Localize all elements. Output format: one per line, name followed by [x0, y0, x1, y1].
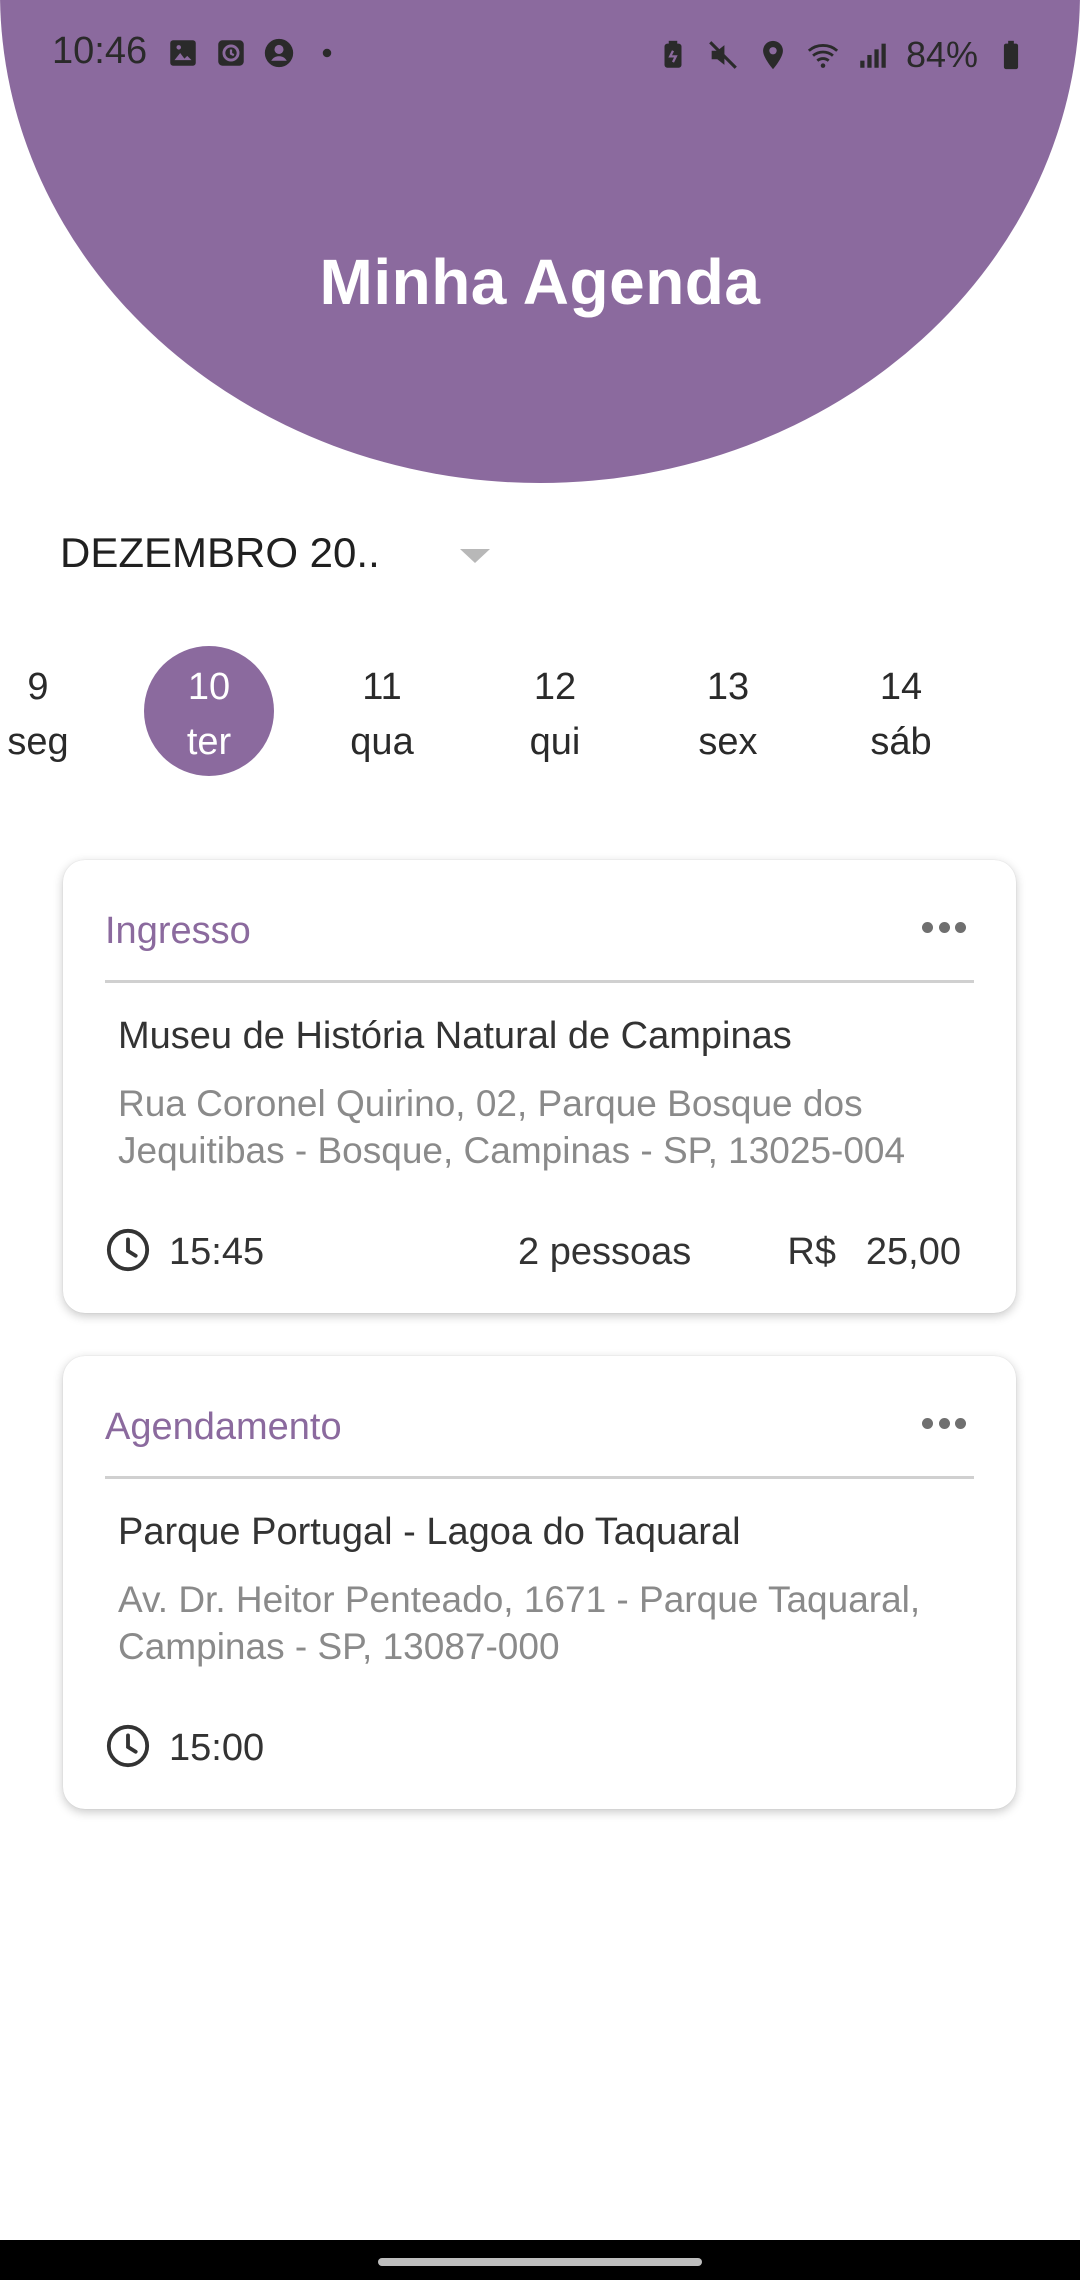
day-item[interactable]: 9 seg — [0, 646, 103, 776]
day-weekday: ter — [186, 721, 232, 763]
day-weekday: sáb — [870, 721, 932, 763]
battery-percentage: 84% — [905, 34, 978, 75]
day-number: 11 — [362, 666, 402, 708]
status-bar: 10:46 84% — [0, 0, 1080, 110]
dropdown-arrow-icon — [460, 549, 490, 563]
status-time: 10:46 — [52, 30, 148, 72]
appointment-card[interactable]: Agendamento Parque Portugal - Lagoa do T… — [63, 1356, 1016, 1809]
price-value: 25,00 — [865, 1231, 961, 1273]
appointment-time: 15:45 — [169, 1231, 265, 1273]
place-name: Parque Portugal - Lagoa do Taquaral — [118, 1511, 741, 1553]
price-currency: R$ — [787, 1231, 836, 1273]
people-count: 2 pessoas — [518, 1231, 692, 1273]
day-item[interactable]: 14 sáb — [836, 646, 966, 776]
card-info-row: 15:00 — [105, 1721, 961, 1781]
home-gesture-handle[interactable] — [378, 2258, 702, 2266]
alarm-notification-icon — [218, 40, 244, 66]
card-divider — [105, 1476, 974, 1479]
appointment-time: 15:00 — [169, 1727, 265, 1769]
day-item[interactable]: 12 qui — [490, 646, 620, 776]
day-weekday: seg — [7, 721, 69, 763]
system-navigation-bar — [0, 2240, 1080, 2280]
wifi-icon — [807, 44, 839, 68]
appointment-card[interactable]: Ingresso Museu de História Natural de Ca… — [63, 860, 1016, 1313]
day-item[interactable]: 11 qua — [317, 646, 447, 776]
place-address: Rua Coronel Quirino, 02, Parque Bosque d… — [118, 1083, 906, 1171]
page-title: Minha Agenda — [319, 246, 761, 318]
card-type-label: Ingresso — [105, 910, 251, 952]
battery-icon — [1003, 40, 1019, 70]
day-weekday: qui — [529, 721, 581, 763]
battery-saver-icon — [664, 40, 682, 68]
clock-icon — [106, 1724, 150, 1768]
day-number: 12 — [533, 666, 577, 708]
day-item-selected[interactable]: 10 ter — [144, 646, 274, 776]
mute-icon — [709, 41, 737, 69]
day-number: 13 — [706, 666, 750, 708]
card-type-label: Agendamento — [105, 1406, 342, 1448]
account-notification-icon — [264, 38, 294, 68]
day-number: 9 — [27, 666, 49, 708]
month-selector[interactable]: DEZEMBRO 20.. — [60, 525, 500, 585]
place-name: Museu de História Natural de Campinas — [118, 1015, 792, 1057]
place-address: Av. Dr. Heitor Penteado, 1671 - Parque T… — [118, 1579, 921, 1667]
card-divider — [105, 980, 974, 983]
day-weekday: sex — [698, 721, 758, 763]
more-notifications-dot-icon — [322, 48, 332, 58]
location-icon — [763, 40, 783, 70]
card-options-menu-icon[interactable] — [922, 1408, 966, 1438]
card-info-row: 15:45 2 pessoas R$ 25,00 — [105, 1225, 961, 1285]
day-weekday: qua — [350, 721, 414, 763]
gallery-notification-icon — [170, 40, 196, 66]
card-options-menu-icon[interactable] — [922, 912, 966, 942]
clock-icon — [106, 1228, 150, 1272]
month-label: DEZEMBRO 20.. — [60, 529, 380, 576]
day-item[interactable]: 13 sex — [663, 646, 793, 776]
agenda-screen: Minha Agenda 10:46 84% DEZEMBRO 20.. 9 s… — [0, 0, 1080, 2280]
day-number: 10 — [187, 666, 231, 708]
day-number: 14 — [879, 666, 923, 708]
signal-icon — [860, 43, 886, 68]
days-strip[interactable]: 9 seg 10 ter 11 qua 12 qui 13 sex 14 sáb — [0, 640, 1080, 780]
